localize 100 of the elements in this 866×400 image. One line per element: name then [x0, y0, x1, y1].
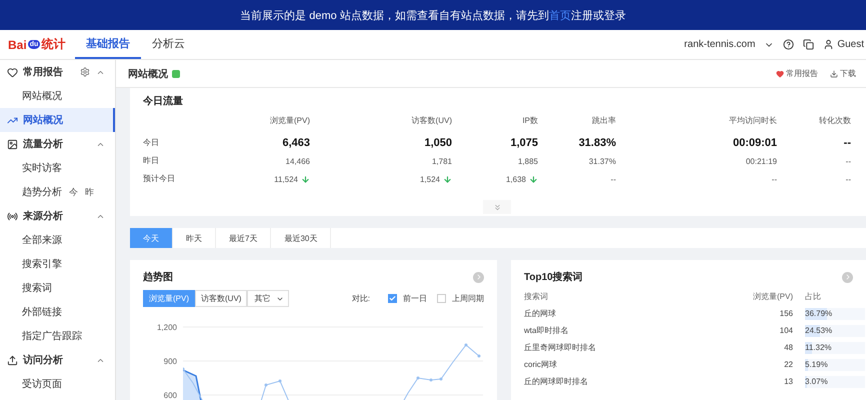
metric-dropdown[interactable]: 其它 — [247, 290, 290, 307]
sidebar-item[interactable]: 趋势分析 今 昨 — [0, 180, 115, 204]
share-value: 24.53% — [805, 324, 832, 336]
nav-tab[interactable]: 分析云 — [141, 30, 196, 59]
sidebar-item[interactable]: 常用报告 — [0, 60, 115, 84]
table-cell-text: 104 — [778, 326, 793, 335]
table-cell-text: 1,885 — [516, 156, 538, 168]
sidebar-item-label: 访问分析 — [23, 353, 63, 367]
table-cell-text: -- — [610, 174, 616, 186]
row-label: 昨日 — [143, 155, 160, 167]
sidebar-item[interactable]: 网站概况 — [0, 84, 115, 108]
sidebar-item-label: 趋势分析 — [22, 186, 62, 199]
search-term: 丘的网球即时排名 — [524, 376, 589, 387]
column-header: 访客数(UV) — [410, 115, 452, 127]
sidebar-item-label: 全部来源 — [22, 234, 62, 247]
y-tick-label: 600 — [164, 390, 177, 400]
card-title: 趋势图 — [143, 270, 173, 284]
sidebar-item-label: 网站概况 — [23, 114, 63, 127]
column-header: 浏览量(PV) — [752, 291, 793, 302]
settings-icon[interactable] — [80, 67, 90, 77]
column-header: 跳出率 — [591, 115, 616, 127]
table-cell-text: 1,075 — [509, 136, 538, 151]
column-header: 占比 — [805, 291, 822, 302]
sidebar-item[interactable]: 网站概况 — [0, 108, 115, 132]
y-tick-label: 900 — [164, 356, 177, 368]
date-tab[interactable]: 昨天 — [173, 228, 216, 248]
sidebar-item[interactable]: 全部来源 — [0, 228, 115, 252]
checkbox[interactable] — [388, 294, 397, 303]
column-header: 平均访问时长 — [728, 115, 777, 127]
sidebar-item-label: 网站概况 — [22, 90, 62, 103]
card-title: Top10搜索词 — [524, 270, 583, 284]
date-tab[interactable]: 最近7天 — [216, 228, 272, 248]
table-cell-text: -- — [842, 136, 851, 151]
table-cell-text: 13 — [783, 377, 793, 386]
table-cell-text: 31.37% — [588, 156, 616, 168]
sidebar-item-label: 常用报告 — [23, 66, 63, 79]
share-value: 3.07% — [805, 376, 828, 388]
notice-text: 当前展示的是 demo 站点数据，如需查看自有站点数据，请先到首页注册或登录 — [240, 8, 626, 22]
copy-icon[interactable] — [803, 39, 814, 50]
table-cell-text: 6,463 — [281, 136, 310, 151]
search-term: 丘的网球 — [524, 308, 557, 319]
tag-text: 今 — [69, 186, 78, 198]
table-cell-text: 00:21:19 — [744, 156, 777, 168]
sidebar-item[interactable]: 实时访客 — [0, 156, 115, 180]
logo-text: 统计 — [41, 36, 66, 53]
card-title: 今日流量 — [143, 94, 184, 108]
sidebar-item-label: 实时访客 — [22, 162, 62, 175]
sidebar-item[interactable]: 流量分析 — [0, 132, 115, 156]
table-cell-text: 00:09:01 — [732, 136, 777, 151]
table-cell: 11,524 — [238, 170, 310, 188]
help-icon[interactable] — [783, 39, 794, 50]
sidebar-item[interactable]: 外部链接 — [0, 300, 115, 324]
user-icon[interactable] — [823, 39, 834, 50]
column-header: 浏览量(PV) — [269, 115, 310, 127]
home-link[interactable]: 首页 — [548, 10, 571, 22]
table-cell: 1,524 — [310, 170, 452, 188]
table-cell-text: 31.83% — [578, 136, 616, 151]
heart-icon — [7, 66, 18, 78]
row-label: 预计今日 — [143, 173, 176, 185]
share-value: 36.79% — [805, 308, 832, 320]
user-name[interactable]: Guest — [837, 39, 864, 50]
sidebar-item-label: 搜索引擎 — [22, 258, 62, 271]
date-tab[interactable]: 最近30天 — [271, 228, 332, 248]
heart-icon — [776, 70, 784, 78]
checkbox-label: 上周同期 — [452, 293, 484, 304]
table-cell-text: -- — [844, 156, 851, 168]
search-term: coric网球 — [524, 359, 558, 370]
sidebar-item[interactable]: 搜索引擎 — [0, 252, 115, 276]
download-icon — [830, 70, 838, 78]
column-header: IP数 — [521, 115, 538, 127]
sidebar-item[interactable]: 指定广告跟踪 — [0, 324, 115, 348]
sidebar-item-label: 外部链接 — [22, 306, 62, 319]
table-cell-text: 1,050 — [423, 136, 452, 151]
toolbar-action[interactable]: 下载 — [822, 68, 856, 79]
column-header: 搜索词 — [524, 291, 549, 302]
share-value: 5.19% — [805, 358, 828, 370]
sidebar-item-label: 搜索词 — [22, 282, 52, 295]
checkbox[interactable] — [437, 294, 446, 303]
sidebar-item[interactable]: 访问分析 — [0, 348, 115, 372]
status-icon — [172, 70, 180, 78]
metric-tab[interactable]: 访客数(UV) — [195, 290, 248, 307]
column-header: 转化次数 — [818, 115, 851, 127]
sidebar-item-label: 流量分析 — [23, 137, 63, 151]
row-label: 今日 — [143, 137, 160, 149]
picture-icon — [7, 138, 18, 150]
table-cell-text: 1,781 — [430, 156, 452, 168]
logo-text: Bai — [8, 38, 27, 52]
toolbar-action[interactable]: 常用报告 — [768, 68, 818, 79]
compare-label: 对比: — [352, 293, 370, 304]
table-cell-text: -- — [770, 174, 777, 186]
sidebar-item[interactable]: 受访页面 — [0, 372, 115, 396]
sidebar-item-label: 受访页面 — [22, 378, 62, 391]
y-tick-label: 1,200 — [156, 322, 177, 334]
sidebar-item[interactable]: 来源分析 — [0, 204, 115, 228]
site-selector[interactable]: rank-tennis.com — [684, 39, 756, 50]
search-term: wta即时排名 — [524, 325, 570, 336]
sidebar-item[interactable]: 搜索词 — [0, 276, 115, 300]
table-cell-text: 22 — [783, 360, 793, 369]
sidebar-item-label: 指定广告跟踪 — [22, 330, 82, 343]
table-cell-text: 48 — [783, 343, 793, 352]
